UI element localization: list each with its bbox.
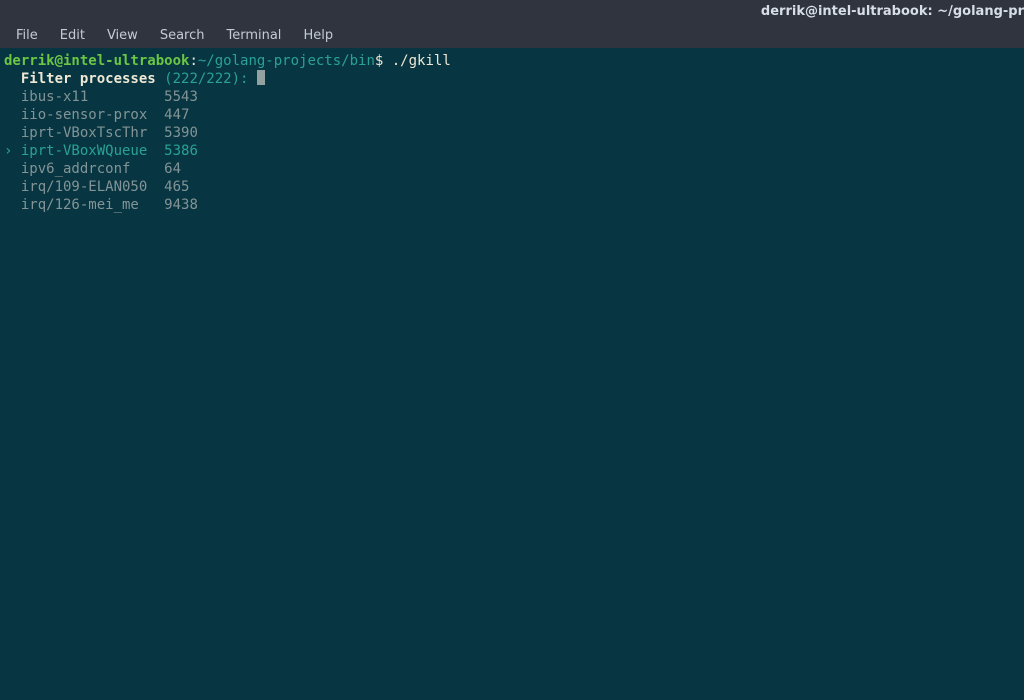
- prompt-sigil: $: [375, 53, 392, 69]
- process-row[interactable]: ipv6_addrconf 64: [4, 160, 1020, 178]
- process-pid: 5543: [164, 89, 198, 105]
- menu-terminal[interactable]: Terminal: [216, 25, 291, 46]
- terminal-viewport[interactable]: derrik@intel-ultrabook:~/golang-projects…: [0, 48, 1024, 700]
- process-name: iio-sensor-prox: [21, 107, 147, 123]
- process-pid: 447: [164, 107, 189, 123]
- process-name: irq/109-ELAN050: [21, 179, 147, 195]
- filter-line: Filter processes (222/222):: [4, 70, 1020, 88]
- process-pid: 9438: [164, 197, 198, 213]
- prompt-sep: :: [189, 53, 197, 69]
- row-caret: [4, 107, 21, 123]
- process-row[interactable]: irq/126-mei_me 9438: [4, 196, 1020, 214]
- process-name: ipv6_addrconf: [21, 161, 147, 177]
- menu-help[interactable]: Help: [293, 25, 343, 46]
- process-row[interactable]: iio-sensor-prox 447: [4, 106, 1020, 124]
- prompt-path: ~/golang-projects/bin: [198, 53, 375, 69]
- process-name: iprt-VBoxWQueue: [21, 143, 147, 159]
- menubar: File Edit View Search Terminal Help: [0, 22, 1024, 48]
- row-caret: ›: [4, 143, 21, 159]
- prompt-line: derrik@intel-ultrabook:~/golang-projects…: [4, 52, 1020, 70]
- process-pid: 5390: [164, 125, 198, 141]
- window-titlebar: derrik@intel-ultrabook: ~/golang-pr: [0, 0, 1024, 22]
- row-caret: [4, 179, 21, 195]
- process-row[interactable]: ibus-x11 5543: [4, 88, 1020, 106]
- menu-edit[interactable]: Edit: [50, 25, 95, 46]
- process-row[interactable]: iprt-VBoxTscThr 5390: [4, 124, 1020, 142]
- row-caret: [4, 89, 21, 105]
- window-title: derrik@intel-ultrabook: ~/golang-pr: [261, 4, 1024, 19]
- process-pid: 64: [164, 161, 181, 177]
- process-row[interactable]: › iprt-VBoxWQueue 5386: [4, 142, 1020, 160]
- row-caret: [4, 161, 21, 177]
- process-pid: 465: [164, 179, 189, 195]
- text-cursor: [257, 70, 265, 85]
- process-name: iprt-VBoxTscThr: [21, 125, 147, 141]
- prompt-command: ./gkill: [392, 53, 451, 69]
- menu-view[interactable]: View: [97, 25, 148, 46]
- process-name: irq/126-mei_me: [21, 197, 147, 213]
- menu-search[interactable]: Search: [150, 25, 215, 46]
- process-pid: 5386: [164, 143, 198, 159]
- menu-file[interactable]: File: [6, 25, 48, 46]
- filter-count: (222/222):: [164, 71, 248, 87]
- filter-label: Filter processes: [21, 71, 156, 87]
- row-caret: [4, 125, 21, 141]
- process-name: ibus-x11: [21, 89, 147, 105]
- process-row[interactable]: irq/109-ELAN050 465: [4, 178, 1020, 196]
- prompt-user-host: derrik@intel-ultrabook: [4, 53, 189, 69]
- row-caret: [4, 197, 21, 213]
